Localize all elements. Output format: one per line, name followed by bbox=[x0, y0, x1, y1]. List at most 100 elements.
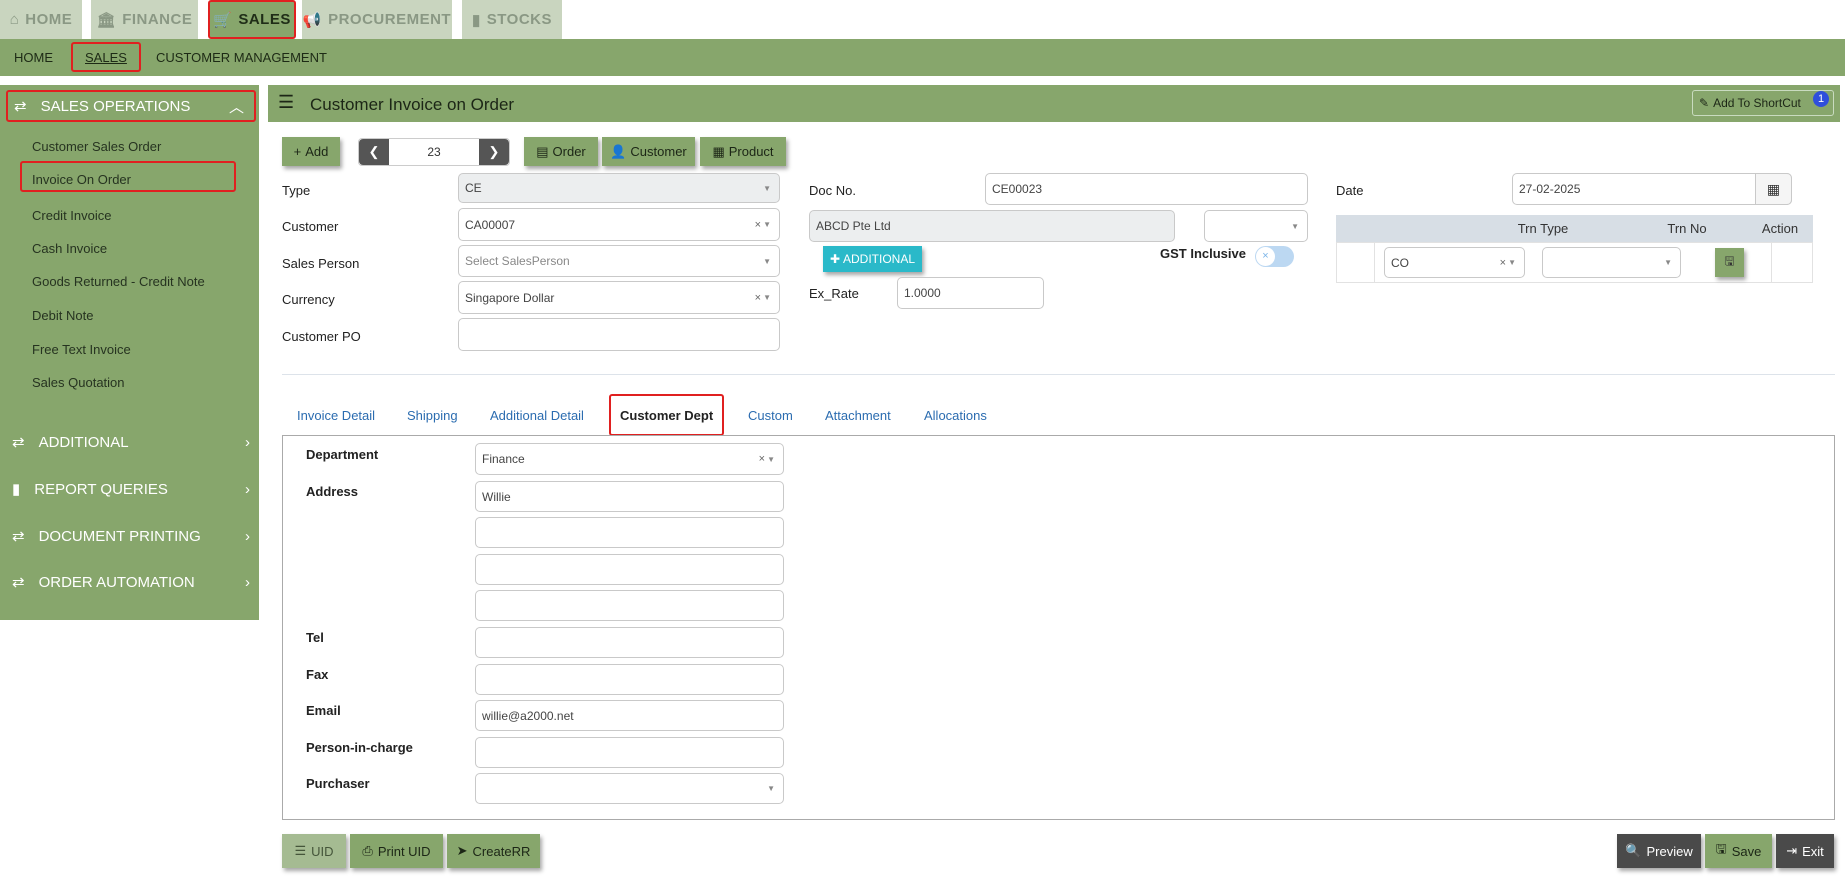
record-number-input[interactable]: 23 bbox=[389, 139, 479, 165]
address-line-1-input[interactable]: Willie bbox=[475, 481, 784, 512]
previous-record-button[interactable]: ❮ bbox=[359, 139, 389, 165]
tab-invoice-detail[interactable]: Invoice Detail bbox=[297, 394, 375, 436]
product-button[interactable]: ▦ Product bbox=[700, 137, 786, 166]
clear-icon[interactable]: × bbox=[759, 453, 765, 465]
subnav-customer-management[interactable]: CUSTOMER MANAGEMENT bbox=[156, 39, 327, 76]
save-button[interactable]: 🖫 Save bbox=[1705, 834, 1772, 868]
create-rr-button[interactable]: ➤ CreateRR bbox=[447, 834, 540, 868]
top-tab-stocks[interactable]: ▮ STOCKS bbox=[462, 0, 562, 39]
sign-out-icon: ⇥ bbox=[1786, 843, 1798, 858]
exit-button[interactable]: ⇥ Exit bbox=[1776, 834, 1834, 868]
subnav-sales[interactable]: SALES bbox=[71, 42, 141, 72]
grid-icon: ▦ bbox=[712, 143, 725, 159]
address-line-2-input[interactable] bbox=[475, 517, 784, 548]
caret-down-icon: ▼ bbox=[1291, 221, 1299, 231]
tab-shipping[interactable]: Shipping bbox=[407, 394, 458, 436]
person-in-charge-label: Person-in-charge bbox=[306, 740, 413, 755]
purchaser-select[interactable]: ▼ bbox=[475, 773, 784, 804]
sales-person-select[interactable]: Select SalesPerson ▼ bbox=[458, 245, 780, 277]
top-tab-finance[interactable]: 🏛 FINANCE bbox=[91, 0, 198, 39]
uid-button[interactable]: ☰ UID bbox=[282, 834, 346, 868]
doc-no-label: Doc No. bbox=[809, 183, 856, 198]
chevron-up-icon: ︿ bbox=[228, 98, 244, 116]
divider bbox=[282, 374, 1835, 375]
customer-extra-select[interactable]: ▼ bbox=[1204, 210, 1308, 242]
sidebar-item-sales-quotation[interactable]: Sales Quotation bbox=[32, 375, 125, 390]
sidebar-section-order-automation[interactable]: ⇄ ORDER AUTOMATION › bbox=[12, 573, 250, 592]
add-button[interactable]: + Add bbox=[282, 137, 340, 166]
sidebar-item-invoice-on-order[interactable]: Invoice On Order bbox=[20, 161, 236, 192]
preview-button[interactable]: 🔍 Preview bbox=[1617, 834, 1701, 868]
add-to-shortcut-button[interactable]: ✎ Add To ShortCut 1 bbox=[1692, 90, 1834, 116]
tel-label: Tel bbox=[306, 630, 324, 645]
tab-custom[interactable]: Custom bbox=[748, 394, 793, 436]
send-icon: ➤ bbox=[456, 843, 468, 858]
gst-inclusive-toggle[interactable]: × bbox=[1255, 246, 1294, 267]
customer-po-input[interactable] bbox=[458, 318, 780, 351]
customer-select[interactable]: CA00007 × ▼ bbox=[458, 208, 780, 241]
additional-button[interactable]: ✚ ADDITIONAL bbox=[823, 246, 922, 272]
caret-down-icon: ▼ bbox=[763, 256, 771, 266]
date-input[interactable]: 27-02-2025 ▦ bbox=[1512, 173, 1792, 205]
subnav-home[interactable]: HOME bbox=[14, 39, 53, 76]
trn-type-select[interactable]: CO × ▼ bbox=[1384, 247, 1525, 278]
sidebar-item-goods-returned[interactable]: Goods Returned - Credit Note bbox=[32, 274, 205, 289]
tab-customer-dept[interactable]: Customer Dept bbox=[609, 394, 725, 436]
printer-icon: ⎙ bbox=[362, 843, 373, 858]
plus-icon: ✚ bbox=[829, 252, 841, 266]
transfer-icon: ⇄ bbox=[14, 98, 27, 115]
ex-rate-input[interactable]: 1.0000 bbox=[897, 277, 1044, 309]
clear-icon[interactable]: × bbox=[1500, 257, 1506, 269]
tab-attachment[interactable]: Attachment bbox=[825, 394, 891, 436]
type-label: Type bbox=[282, 183, 311, 198]
address-line-4-input[interactable] bbox=[475, 590, 784, 621]
sidebar-item-debit-note[interactable]: Debit Note bbox=[32, 308, 93, 323]
email-input[interactable]: willie@a2000.net bbox=[475, 700, 784, 731]
next-record-button[interactable]: ❯ bbox=[479, 139, 509, 165]
table-divider bbox=[1374, 242, 1375, 283]
doc-no-input[interactable]: CE00023 bbox=[985, 173, 1308, 205]
clear-icon[interactable]: × bbox=[755, 292, 761, 304]
sidebar-section-sales-operations[interactable]: ⇄ SALES OPERATIONS ︿ bbox=[6, 90, 256, 122]
chevron-right-icon: › bbox=[245, 480, 250, 498]
sidebar-item-free-text-invoice[interactable]: Free Text Invoice bbox=[32, 342, 131, 357]
order-button[interactable]: ▤ Order bbox=[524, 137, 598, 166]
sidebar-item-cash-invoice[interactable]: Cash Invoice bbox=[32, 241, 107, 256]
save-row-button[interactable]: 🖫 bbox=[1715, 248, 1744, 277]
clear-icon[interactable]: × bbox=[755, 219, 761, 231]
calendar-icon[interactable]: ▦ bbox=[1755, 173, 1792, 205]
chevron-left-icon: ❮ bbox=[368, 144, 380, 159]
sidebar-item-credit-invoice[interactable]: Credit Invoice bbox=[32, 208, 111, 223]
purchaser-label: Purchaser bbox=[306, 776, 370, 791]
department-select[interactable]: Finance × ▼ bbox=[475, 443, 784, 475]
currency-select[interactable]: Singapore Dollar × ▼ bbox=[458, 281, 780, 314]
type-select[interactable]: CE ▼ bbox=[458, 173, 780, 203]
sidebar-section-report-queries[interactable]: ▮ REPORT QUERIES › bbox=[12, 480, 250, 499]
trn-table: Trn Type Trn No Action CO × ▼ ▼ 🖫 bbox=[1336, 215, 1813, 283]
caret-down-icon: ▼ bbox=[763, 220, 771, 229]
top-tab-procurement[interactable]: 📢 PROCUREMENT bbox=[302, 0, 452, 39]
file-icon: ▤ bbox=[536, 143, 549, 159]
sidebar-section-document-printing[interactable]: ⇄ DOCUMENT PRINTING › bbox=[12, 527, 250, 546]
top-tab-sales[interactable]: 🛒 SALES bbox=[208, 0, 296, 39]
hamburger-menu-icon[interactable]: ☰ bbox=[278, 92, 294, 113]
sidebar-section-additional[interactable]: ⇄ ADDITIONAL › bbox=[12, 433, 250, 452]
top-tab-home[interactable]: ⌂ HOME bbox=[0, 0, 82, 39]
trn-no-select[interactable]: ▼ bbox=[1542, 247, 1681, 278]
print-uid-button[interactable]: ⎙ Print UID bbox=[350, 834, 443, 868]
address-line-3-input[interactable] bbox=[475, 554, 784, 585]
tab-additional-detail[interactable]: Additional Detail bbox=[490, 394, 584, 436]
tab-allocations[interactable]: Allocations bbox=[924, 394, 987, 436]
fax-input[interactable] bbox=[475, 664, 784, 695]
person-in-charge-input[interactable] bbox=[475, 737, 784, 768]
customer-button[interactable]: 👤 Customer bbox=[602, 137, 695, 166]
sub-navigation: HOME SALES CUSTOMER MANAGEMENT bbox=[0, 39, 1845, 76]
bar-chart-icon: ▮ bbox=[472, 11, 481, 29]
tel-input[interactable] bbox=[475, 627, 784, 658]
customer-name-input: ABCD Pte Ltd bbox=[809, 210, 1175, 242]
caret-down-icon: ▼ bbox=[1508, 258, 1516, 267]
trn-type-header: Trn Type bbox=[1517, 221, 1569, 236]
address-label: Address bbox=[306, 484, 359, 499]
sidebar-item-customer-sales-order[interactable]: Customer Sales Order bbox=[32, 139, 161, 154]
transfer-icon: ⇄ bbox=[12, 574, 25, 591]
